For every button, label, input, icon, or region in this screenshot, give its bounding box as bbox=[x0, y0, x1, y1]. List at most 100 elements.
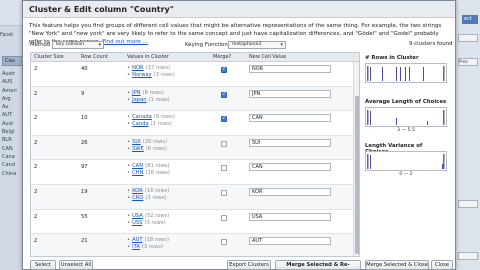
range-handle-left[interactable] bbox=[367, 154, 369, 169]
new-cell-value-input[interactable]: CAN bbox=[249, 163, 331, 172]
value-link[interactable]: USS bbox=[132, 220, 142, 226]
select-all-button[interactable]: Select All bbox=[30, 260, 56, 270]
range-handle-right[interactable] bbox=[443, 110, 445, 125]
chart-plot[interactable] bbox=[365, 63, 447, 83]
histogram-bar bbox=[423, 67, 424, 81]
facet-tab[interactable]: Cou bbox=[2, 56, 24, 66]
merge-close-button[interactable]: Merge Selected & Close bbox=[365, 260, 429, 270]
histogram-bar bbox=[370, 155, 371, 169]
bullet-icon: • bbox=[127, 187, 131, 194]
value-row-count: (52 rows) bbox=[144, 212, 170, 219]
scrollbar-thumb[interactable] bbox=[355, 96, 359, 254]
cluster-size: 2 bbox=[34, 139, 38, 146]
merge-checkbox[interactable] bbox=[221, 91, 227, 98]
keying-function-select[interactable]: metaphone3 bbox=[228, 41, 286, 49]
new-cell-value-input[interactable]: JPN bbox=[249, 89, 331, 98]
value-row-count: (3 rows) bbox=[145, 194, 167, 201]
merge-checkbox[interactable] bbox=[221, 189, 227, 196]
table-scrollbar[interactable] bbox=[353, 62, 359, 256]
value-link[interactable]: Canada bbox=[132, 114, 152, 120]
value-link[interactable]: Japan bbox=[132, 97, 146, 103]
bullet-icon: • bbox=[127, 163, 131, 170]
unselect-all-button[interactable]: Unselect All bbox=[59, 260, 93, 270]
row-count: 10 bbox=[81, 115, 88, 122]
new-cell-value-input[interactable]: SUI bbox=[249, 138, 331, 147]
new-cell-value-input[interactable]: AUT bbox=[249, 237, 331, 246]
merge-checkbox[interactable] bbox=[221, 66, 227, 73]
bullet-icon: • bbox=[127, 212, 131, 219]
histogram-bar bbox=[427, 121, 428, 125]
histogram-svg bbox=[367, 110, 445, 125]
table-row: 2 21 • AUT (18 rows) • ITA (3 rows) AUT bbox=[31, 234, 353, 256]
range-handle-right[interactable] bbox=[443, 154, 445, 169]
value-link[interactable]: NOR bbox=[132, 65, 144, 71]
new-cell-value-input[interactable]: NOR bbox=[249, 65, 331, 73]
new-cell-value-input[interactable]: KOR bbox=[249, 187, 331, 196]
value-link[interactable]: KOR bbox=[132, 188, 143, 194]
chart-plot[interactable] bbox=[365, 107, 447, 127]
value-link[interactable]: SWE bbox=[132, 146, 144, 152]
row-count: 55 bbox=[81, 213, 88, 220]
histogram-bar bbox=[370, 111, 371, 125]
cluster-values: • JPN (8 rows) • Japan (1 rows) bbox=[127, 90, 227, 104]
background-button[interactable] bbox=[458, 252, 478, 260]
header-new-value: New Cell Value bbox=[249, 54, 287, 60]
table-header: Cluster Size Row Count Values in Cluster… bbox=[31, 53, 359, 62]
merge-checkbox[interactable] bbox=[221, 165, 227, 172]
value-link[interactable]: CRO bbox=[132, 195, 143, 201]
chart-title: Average Length of Choices bbox=[365, 99, 447, 105]
find-out-more-link[interactable]: Find out more ... bbox=[102, 39, 148, 45]
value-row-count: (37 rows) bbox=[145, 65, 171, 71]
bullet-icon: • bbox=[127, 219, 131, 226]
table-row: 2 97 • CAN (81 rows) • CHN (16 rows) CAN bbox=[31, 160, 353, 185]
background-button-prev[interactable]: Prev bbox=[458, 58, 478, 66]
merge-checkbox[interactable] bbox=[221, 214, 227, 221]
header-row-count: Row Count bbox=[81, 54, 108, 60]
value-link[interactable]: JPN bbox=[132, 90, 141, 96]
table-body: 240•NOR(37 rows)•Norway(3 rows)NOR29•JPN… bbox=[31, 62, 353, 256]
value-link[interactable]: AUT bbox=[132, 237, 143, 243]
background-button[interactable] bbox=[458, 200, 478, 208]
value-link[interactable]: Norway bbox=[132, 72, 152, 78]
cluster-values: • KOR (16 rows) • CRO (3 rows) bbox=[127, 188, 227, 202]
row-count: 21 bbox=[81, 238, 88, 245]
method-select[interactable]: key collision bbox=[52, 41, 104, 49]
range-handle-right[interactable] bbox=[443, 66, 445, 81]
range-handle-left[interactable] bbox=[367, 110, 369, 125]
facet-panel-title: Facet bbox=[0, 32, 14, 38]
value-row-count: (16 rows) bbox=[145, 170, 170, 177]
cluster-size: 2 bbox=[34, 188, 38, 195]
range-handle-left[interactable] bbox=[367, 66, 369, 81]
value-row-count: (81 rows) bbox=[145, 163, 170, 170]
histogram-bar bbox=[405, 67, 406, 81]
value-link[interactable]: CAN bbox=[132, 163, 143, 169]
clusters-found-count: 9 clusters found bbox=[409, 41, 453, 47]
cluster-values: • SUI (20 rows) • SWE (6 rows) bbox=[127, 139, 227, 153]
merge-checkbox[interactable] bbox=[221, 239, 227, 246]
merge-checkbox[interactable] bbox=[221, 140, 227, 147]
value-link[interactable]: USA bbox=[132, 213, 143, 219]
merge-recluster-button[interactable]: Merge Selected & Re-Cluster bbox=[275, 260, 361, 270]
export-clusters-button[interactable]: Export Clusters bbox=[227, 260, 271, 270]
cluster-size: 2 bbox=[34, 238, 38, 245]
table-row: 240•NOR(37 rows)•Norway(3 rows)NOR bbox=[31, 62, 353, 87]
value-choice: • Japan (1 rows) bbox=[127, 97, 227, 104]
merge-checkbox[interactable] bbox=[221, 115, 227, 123]
value-row-count: (3 rows) bbox=[141, 244, 164, 251]
value-link[interactable]: Canda bbox=[132, 121, 149, 127]
close-button[interactable]: Close bbox=[431, 260, 453, 270]
histogram-bar bbox=[396, 67, 397, 81]
chart-plot[interactable] bbox=[365, 151, 447, 171]
new-cell-value-input[interactable]: USA bbox=[249, 212, 331, 221]
bullet-icon: • bbox=[127, 194, 131, 201]
value-link[interactable]: CHN bbox=[132, 170, 143, 176]
cluster-edit-dialog: Cluster & Edit column "Country" This fea… bbox=[22, 0, 456, 270]
value-link[interactable]: SUI bbox=[132, 139, 141, 145]
value-row-count: (3 rows) bbox=[153, 72, 175, 78]
bullet-icon: • bbox=[127, 72, 131, 78]
value-link[interactable]: ITA bbox=[132, 244, 140, 250]
background-button[interactable] bbox=[458, 34, 478, 42]
new-cell-value-input[interactable]: CAN bbox=[249, 114, 331, 123]
table-row: 2 19 • KOR (16 rows) • CRO (3 rows) KOR bbox=[31, 184, 353, 210]
value-row-count: (20 rows) bbox=[142, 138, 168, 145]
